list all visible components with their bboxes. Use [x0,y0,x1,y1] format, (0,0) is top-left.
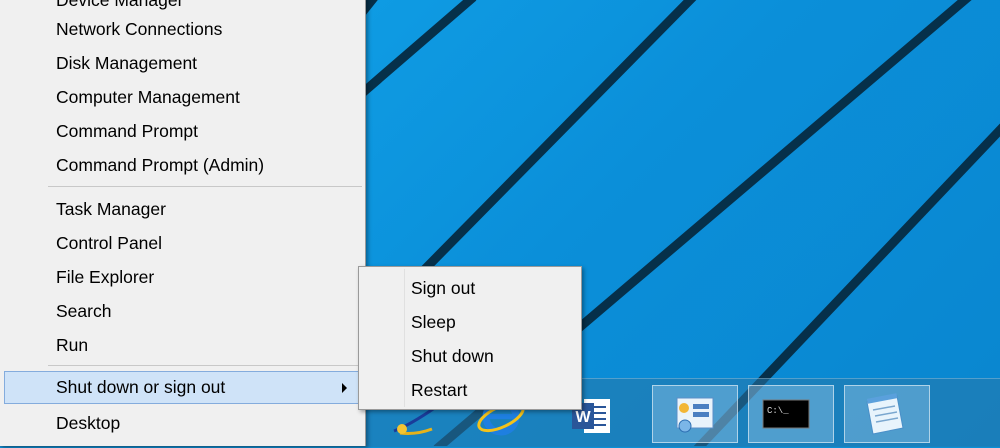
menu-item-label: Search [56,301,112,321]
menu-item-label: Device Manager [56,0,184,10]
menu-item-disk-management[interactable]: Disk Management [4,47,362,79]
submenu-item-label: Shut down [411,346,494,366]
menu-item-label: Shut down or sign out [56,377,226,397]
menu-item-network-connections[interactable]: Network Connections [4,13,362,45]
menu-item-label: Command Prompt [56,121,198,141]
svg-text:W: W [575,409,591,426]
submenu-item-label: Restart [411,380,468,400]
menu-item-label: File Explorer [56,267,155,287]
menu-item-label: Run [56,335,89,355]
menu-item-label: Computer Management [56,87,240,107]
menu-item-shut-down-or-sign-out[interactable]: Shut down or sign out [4,371,362,404]
submenu-item-restart[interactable]: Restart [361,374,579,406]
command-prompt-icon: C:\_ [762,399,810,429]
menu-item-label: Command Prompt (Admin) [56,155,265,175]
submenu-item-sign-out[interactable]: Sign out [361,272,579,304]
taskbar-app-notepad[interactable] [844,385,930,443]
control-panel-icon [676,397,714,433]
menu-item-command-prompt[interactable]: Command Prompt [4,115,362,147]
taskbar-app-command-prompt[interactable]: C:\_ [748,385,834,443]
notepad-icon [866,393,904,435]
chevron-right-icon [342,383,347,393]
shutdown-submenu: Sign out Sleep Shut down Restart [358,266,582,410]
menu-item-task-manager[interactable]: Task Manager [4,193,362,225]
submenu-item-sleep[interactable]: Sleep [361,306,579,338]
submenu-item-shut-down[interactable]: Shut down [361,340,579,372]
power-user-menu: Device Manager Network Connections Disk … [0,0,366,446]
menu-item-label: Disk Management [56,53,198,73]
menu-item-label: Task Manager [56,199,166,219]
menu-separator [48,186,362,187]
menu-item-computer-management[interactable]: Computer Management [4,81,362,113]
menu-item-label: Control Panel [56,233,163,253]
command-prompt-icon-text: C:\_ [767,406,789,416]
menu-item-label: Desktop [56,413,121,433]
menu-separator [48,365,362,366]
submenu-item-label: Sleep [411,312,456,332]
taskbar-app-control-panel[interactable] [652,385,738,443]
menu-item-control-panel[interactable]: Control Panel [4,227,362,259]
submenu-item-label: Sign out [411,278,476,298]
menu-item-label: Network Connections [56,19,223,39]
menu-item-search[interactable]: Search [4,295,362,327]
menu-item-desktop[interactable]: Desktop [4,407,362,439]
menu-item-command-prompt-admin[interactable]: Command Prompt (Admin) [4,149,362,181]
menu-item-run[interactable]: Run [4,329,362,361]
menu-item-file-explorer[interactable]: File Explorer [4,261,362,293]
